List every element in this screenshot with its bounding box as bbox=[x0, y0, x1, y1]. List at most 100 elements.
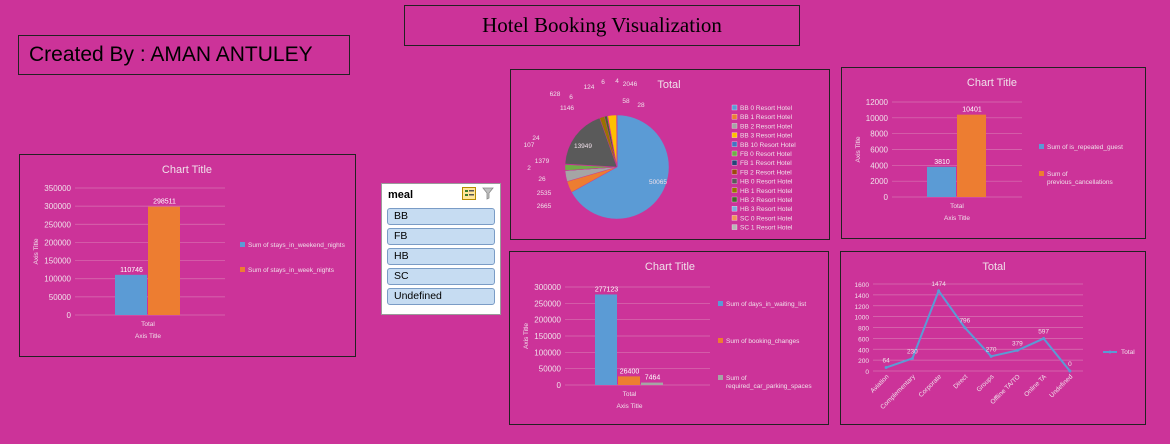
legend-label-4: BB 10 Resort Hotel bbox=[740, 142, 796, 149]
y-tick-label: 200 bbox=[858, 358, 869, 365]
data-point bbox=[1015, 348, 1019, 352]
y-tick-label: 1000 bbox=[855, 315, 870, 322]
slicer-item-hb[interactable]: HB bbox=[387, 248, 495, 265]
y-tick-label: 350000 bbox=[44, 184, 71, 193]
x-tick-label: Direct bbox=[952, 373, 969, 390]
meal-pie-svg: Total 50065 2665 2535 26 2 1379 10724 13949 1146 6… bbox=[524, 78, 797, 232]
legend-label-1: Sum of previous_cancellations bbox=[1047, 171, 1114, 186]
slicer-field-label: meal bbox=[388, 189, 414, 201]
bar-1 bbox=[618, 376, 640, 385]
slicer-item-fb[interactable]: FB bbox=[387, 228, 495, 245]
legend-label-12: SC 0 Resort Hotel bbox=[740, 215, 793, 222]
legend-swatch-0 bbox=[1039, 144, 1044, 149]
pie-data-label: 2535 bbox=[537, 190, 552, 197]
data-label: 64 bbox=[883, 358, 891, 365]
chart-title: Total bbox=[657, 79, 680, 91]
bar-0 bbox=[115, 274, 147, 315]
x-tick-label: Groups bbox=[976, 373, 997, 394]
legend-label: Total bbox=[1121, 349, 1135, 356]
y-tick-label: 50000 bbox=[49, 293, 72, 302]
bar-0 bbox=[595, 294, 617, 385]
x-axis-title: Axis Title bbox=[616, 403, 642, 410]
legend-label-5: FB 0 Resort Hotel bbox=[740, 151, 792, 158]
repeated-guest-svg: Chart Title 12000 10000 8000 6000 4000 2000 0 38… bbox=[855, 77, 1123, 222]
x-tick-label: Undefined bbox=[1048, 373, 1074, 399]
pie-data-label: 26 bbox=[538, 176, 546, 183]
pie-data-label: 2665 bbox=[537, 203, 552, 210]
legend-swatch-2 bbox=[718, 375, 723, 380]
weekend-nights-chart[interactable]: Chart Title 350000 300000 250000 200000 15000… bbox=[19, 154, 356, 357]
y-tick-label: 800 bbox=[858, 326, 869, 333]
legend-swatch-12 bbox=[731, 215, 738, 221]
waiting-list-svg: Chart Title 300000 250000 200000 150000 10000… bbox=[523, 261, 812, 410]
x-tick-label: Total bbox=[623, 391, 637, 398]
legend-label-7: FB 2 Resort Hotel bbox=[740, 169, 792, 176]
legend-label-8: HB 0 Resort Hotel bbox=[740, 179, 793, 186]
bar-2 bbox=[641, 382, 663, 385]
x-tick-label: Total bbox=[950, 203, 964, 210]
data-label: 230 bbox=[907, 348, 918, 355]
data-point bbox=[1068, 369, 1072, 373]
x-tick-label: Aviation bbox=[869, 373, 890, 394]
y-tick-label: 0 bbox=[557, 381, 562, 390]
legend-swatch-6 bbox=[731, 160, 738, 166]
y-tick-label: 4000 bbox=[870, 161, 888, 170]
y-tick-label: 600 bbox=[858, 336, 869, 343]
legend-swatch-4 bbox=[731, 141, 738, 147]
data-label: 597 bbox=[1038, 329, 1049, 336]
legend-swatch-0 bbox=[731, 104, 738, 111]
slicer-header: meal bbox=[382, 184, 500, 206]
chart-title: Chart Title bbox=[645, 261, 695, 273]
y-tick-label: 1600 bbox=[855, 282, 870, 289]
y-tick-label: 0 bbox=[67, 311, 72, 320]
legend-marker bbox=[1108, 350, 1112, 354]
legend-swatch-1 bbox=[731, 114, 738, 120]
data-label: 1474 bbox=[931, 281, 946, 288]
y-tick-label: 10000 bbox=[866, 114, 889, 123]
y-tick-label: 1200 bbox=[855, 304, 870, 311]
clear-filter-icon[interactable] bbox=[482, 187, 494, 200]
chart-title: Chart Title bbox=[162, 164, 212, 176]
repeated-guest-chart[interactable]: Chart Title 12000 10000 8000 6000 4000 2000 0 38… bbox=[841, 67, 1146, 239]
pie-data-label: 24 bbox=[532, 135, 540, 142]
x-tick-label: Total bbox=[141, 321, 155, 328]
data-point bbox=[937, 289, 941, 293]
pie-data-label: 58 bbox=[622, 98, 630, 105]
data-label: 26400 bbox=[620, 368, 640, 375]
creator-label: Created By : AMAN ANTULEY bbox=[18, 35, 350, 75]
y-tick-label: 150000 bbox=[534, 332, 561, 341]
data-point bbox=[963, 326, 967, 330]
market-segment-chart[interactable]: Total 1600 1400 1200 1000 800 600 400 200 0 64 Avia… bbox=[840, 251, 1146, 425]
multi-select-icon[interactable] bbox=[462, 187, 476, 200]
legend-label-2: Sum of required_car_parking_spaces bbox=[726, 375, 812, 390]
y-tick-label: 150000 bbox=[44, 257, 71, 266]
slicer-item-sc[interactable]: SC bbox=[387, 268, 495, 285]
y-tick-label: 250000 bbox=[44, 220, 71, 229]
legend-swatch-11 bbox=[731, 206, 738, 212]
slicer-item-bb[interactable]: BB bbox=[387, 208, 495, 225]
legend-label-1: Sum of booking_changes bbox=[726, 338, 800, 345]
bar-0 bbox=[927, 166, 956, 197]
y-tick-label: 0 bbox=[884, 193, 889, 202]
pie-data-label: 28 bbox=[637, 102, 645, 109]
legend-label-13: SC 1 Resort Hotel bbox=[740, 225, 793, 232]
pie-data-label: 50065 bbox=[649, 179, 667, 186]
legend-swatch-3 bbox=[731, 132, 738, 138]
data-point bbox=[910, 356, 914, 360]
waiting-list-chart[interactable]: Chart Title 300000 250000 200000 150000 10000… bbox=[509, 251, 829, 425]
data-point bbox=[1042, 337, 1046, 341]
pie-data-label: 107 bbox=[524, 142, 535, 149]
dashboard-title: Hotel Booking Visualization bbox=[404, 5, 800, 46]
y-tick-label: 300000 bbox=[44, 202, 71, 211]
y-tick-label: 100000 bbox=[534, 348, 561, 357]
meal-slicer[interactable]: meal BB FB HB SC Undefined bbox=[381, 183, 501, 315]
slicer-item-undefined[interactable]: Undefined bbox=[387, 288, 495, 305]
y-tick-label: 0 bbox=[865, 369, 869, 376]
data-label: 298511 bbox=[153, 199, 176, 206]
pie-data-label: 1379 bbox=[535, 158, 550, 165]
legend-swatch-8 bbox=[731, 178, 738, 184]
legend-swatch-0 bbox=[718, 301, 723, 306]
legend-swatch-9 bbox=[731, 187, 738, 193]
meal-pie-chart[interactable]: Total 50065 2665 2535 26 2 1379 107 24 13949 1146 6… bbox=[510, 69, 830, 240]
chart-title: Chart Title bbox=[967, 77, 1017, 89]
